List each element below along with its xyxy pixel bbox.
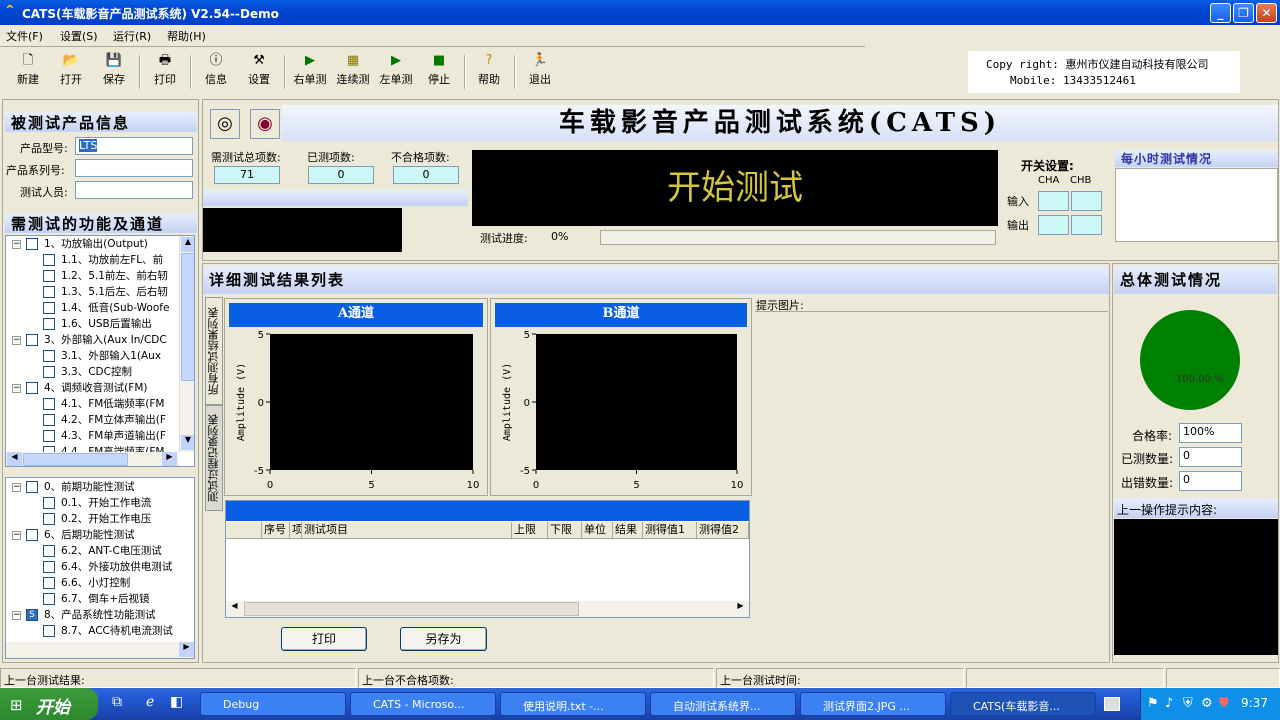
pass-rate-pie [1140, 310, 1240, 410]
overall-header: 总体测试情况 [1114, 266, 1277, 294]
last-fail-status: 上一台不合格项数: [358, 668, 714, 688]
y-tick-label: 5 [258, 330, 264, 341]
x-tick-label: 0 [267, 480, 273, 491]
hint-divider [755, 311, 1108, 312]
task-folder[interactable]: 自动测试系统界... [650, 692, 796, 716]
tray-security-icon[interactable]: ⛨ [1183, 696, 1193, 711]
start-label: 开始 [36, 698, 70, 718]
last-result-status: 上一台测试结果: [0, 668, 356, 688]
y-tick-label: -5 [520, 466, 530, 477]
grid-col-unit[interactable]: 单位 [582, 522, 613, 538]
x-tick-label: 10 [467, 480, 480, 491]
y-tick-label: 0 [258, 398, 264, 409]
error-value: 0 [1179, 471, 1242, 491]
grid-col-item[interactable]: 项 [290, 522, 302, 538]
x-tick-label: 5 [368, 480, 374, 491]
last-time-status: 上一台测试时间: [716, 668, 964, 688]
grid-caption-bar [226, 501, 749, 521]
task-cats-microsoft[interactable]: CATS - Microso... [350, 692, 496, 716]
x-tick-label: 5 [633, 480, 639, 491]
status-blank-2 [1166, 668, 1280, 688]
grid-col-lower[interactable]: 下限 [548, 522, 582, 538]
tray-app-icon[interactable]: ⚙ [1201, 696, 1213, 711]
system-tray: ⚑ ♪ ⛨ ⚙ ⛊ 9:37 [1140, 688, 1280, 720]
grid-col-upper[interactable]: 上限 [512, 522, 548, 538]
quick-launch-icon[interactable]: ⧉ [112, 694, 132, 714]
task-debug[interactable]: Debug [200, 692, 346, 716]
grid-col-measured2[interactable]: 测得值2 [697, 522, 749, 538]
y-tick-label: 5 [524, 330, 530, 341]
explorer-icon[interactable]: ◧ [170, 694, 190, 714]
status-bar: 上一台测试结果: 上一台不合格项数: 上一台测试时间: [0, 667, 1280, 688]
grid-col-seq[interactable]: 序号 [262, 522, 290, 538]
print-results-button[interactable]: 打印 [281, 627, 367, 651]
grid-col-result[interactable]: 结果 [613, 522, 643, 538]
scroll-left-icon[interactable]: ◀ [227, 601, 242, 616]
clock: 9:37 [1241, 696, 1268, 710]
grid-col-measured1[interactable]: 测得值1 [643, 522, 697, 538]
grid-hscroll[interactable]: ◀ ▶ [226, 601, 749, 617]
x-tick-label: 0 [533, 480, 539, 491]
results-grid[interactable]: 序号 项 测试项目 上限 下限 单位 结果 测得值1 测得值2 ◀ ▶ [225, 500, 750, 618]
y-axis-label: Amplitude (V) [236, 363, 247, 441]
keyboard-icon[interactable] [1104, 697, 1120, 711]
y-tick-label: -5 [254, 466, 264, 477]
pass-rate-label: 合格率: [1132, 429, 1173, 443]
windows-logo-icon: ⊞ [10, 696, 23, 714]
task-image[interactable]: 测试界面2.JPG ... [800, 692, 946, 716]
tray-network-icon[interactable]: ⚑ [1147, 696, 1159, 711]
scroll-right-icon[interactable]: ▶ [733, 601, 748, 616]
task-readme[interactable]: 使用说明.txt -... [500, 692, 646, 716]
y-axis-label: Amplitude (V) [502, 363, 513, 441]
x-tick-label: 10 [731, 480, 744, 491]
task-cats-active[interactable]: CATS(车载影音... [950, 692, 1096, 716]
status-blank-1 [966, 668, 1164, 688]
error-label: 出错数量: [1121, 476, 1174, 490]
pass-rate-value: 100% [1179, 423, 1242, 443]
y-tick-label: 0 [524, 398, 530, 409]
grid-col-blank [226, 522, 262, 538]
taskbar: 开始 ⊞ ⧉ ℯ ◧ Debug CATS - Microso... 使用说明.… [0, 688, 1280, 720]
last-op-display [1114, 519, 1278, 655]
last-op-label: 上一操作提示内容: [1114, 498, 1278, 518]
tested-label: 已测数量: [1121, 452, 1174, 466]
tray-shield-icon[interactable]: ⛊ [1219, 696, 1229, 711]
pie-percent-text: 100.00 % [1176, 374, 1224, 385]
save-as-button[interactable]: 另存为 [400, 627, 487, 651]
plot-area [536, 334, 737, 470]
ie-icon[interactable]: ℯ [146, 694, 166, 714]
grid-header: 序号 项 测试项目 上限 下限 单位 结果 测得值1 测得值2 [226, 522, 749, 539]
grid-hscroll-thumb[interactable] [244, 602, 579, 616]
plot-area [270, 334, 473, 470]
tray-volume-icon[interactable]: ♪ [1165, 696, 1173, 711]
grid-col-test-item[interactable]: 测试项目 [302, 522, 512, 538]
tested-value: 0 [1179, 447, 1242, 467]
